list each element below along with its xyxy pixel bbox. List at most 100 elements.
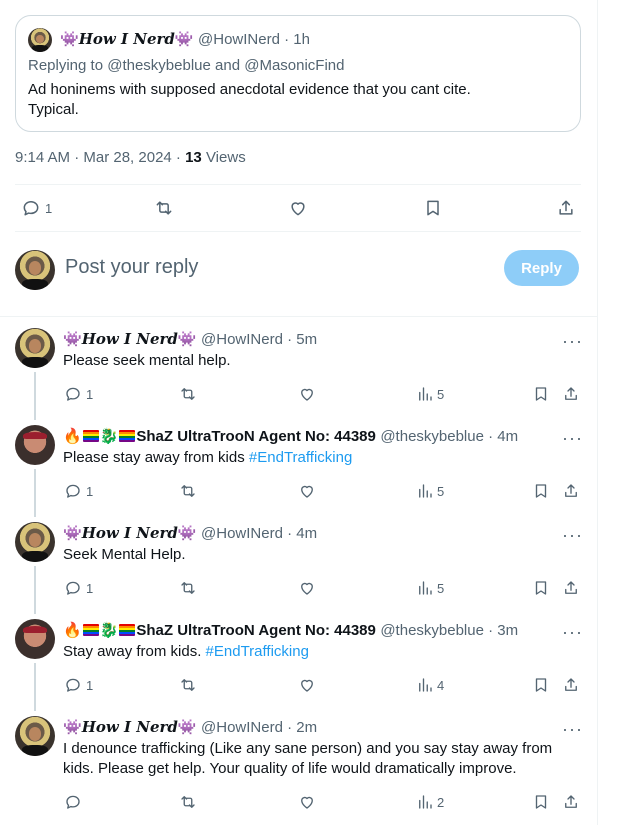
- quoted-tweet-card[interactable]: 👾How I Nerd👾 @HowINerd · 1h Replying to …: [15, 15, 581, 132]
- views-icon[interactable]: [415, 792, 435, 812]
- views-icon[interactable]: [415, 675, 435, 695]
- bookmark-icon[interactable]: [422, 197, 444, 219]
- share-icon[interactable]: [561, 384, 581, 404]
- rainbow-flag-icon: [82, 624, 99, 636]
- share-icon[interactable]: [561, 481, 581, 501]
- bookmark-icon[interactable]: [531, 675, 551, 695]
- thread-line: [34, 469, 36, 517]
- share-icon[interactable]: [561, 675, 581, 695]
- like-icon[interactable]: [287, 197, 309, 219]
- like-icon[interactable]: [297, 481, 317, 501]
- reply-button[interactable]: Reply: [504, 250, 579, 286]
- share-icon[interactable]: [561, 792, 581, 812]
- retweet-icon[interactable]: [152, 197, 176, 219]
- avatar[interactable]: [15, 328, 55, 368]
- tweet-datetime[interactable]: 9:14 AM · Mar 28, 2024 ·: [15, 149, 185, 166]
- like-icon[interactable]: [297, 578, 317, 598]
- reply-count: 1: [86, 484, 94, 499]
- replying-to-link[interactable]: @theskybeblue: [107, 57, 211, 74]
- views-count: 5: [437, 484, 445, 499]
- display-name[interactable]: 👾How I Nerd👾: [63, 718, 197, 736]
- display-name[interactable]: 🔥 🐉 ShaZ UltraTrooN Agent No: 44389: [63, 622, 376, 639]
- handle[interactable]: @theskybeblue: [380, 428, 484, 445]
- retweet-icon[interactable]: [177, 792, 199, 812]
- avatar[interactable]: [15, 425, 55, 465]
- share-icon[interactable]: [555, 197, 577, 219]
- avatar[interactable]: [15, 716, 55, 756]
- display-name[interactable]: 👾How I Nerd👾: [63, 330, 197, 348]
- views-icon[interactable]: [415, 578, 435, 598]
- tweet-text-body: Stay away from kids.: [63, 643, 206, 660]
- views-icon[interactable]: [415, 481, 435, 501]
- retweet-icon[interactable]: [177, 675, 199, 695]
- avatar[interactable]: [15, 250, 55, 290]
- more-icon[interactable]: ···: [562, 526, 583, 544]
- tweet-header: 👾How I Nerd👾 @HowINerd · 5m: [63, 330, 317, 349]
- alien-emoji-icon: 👾: [60, 30, 79, 48]
- display-name[interactable]: 👾How I Nerd👾: [63, 524, 197, 542]
- reply-icon[interactable]: [63, 675, 83, 695]
- rainbow-flag-icon: [82, 430, 99, 442]
- timestamp[interactable]: 1h: [293, 31, 310, 48]
- avatar[interactable]: [28, 28, 52, 52]
- bookmark-icon[interactable]: [531, 384, 551, 404]
- retweet-icon[interactable]: [177, 578, 199, 598]
- retweet-icon[interactable]: [177, 481, 199, 501]
- dragon-emoji-icon: 🐉: [99, 428, 119, 445]
- like-icon[interactable]: [297, 792, 317, 812]
- views-icon[interactable]: [415, 384, 435, 404]
- tweet-text: Stay away from kids. #EndTrafficking: [63, 642, 309, 662]
- bookmark-icon[interactable]: [531, 481, 551, 501]
- rainbow-flag-icon: [119, 624, 136, 636]
- bookmark-icon[interactable]: [531, 578, 551, 598]
- display-name[interactable]: 👾How I Nerd👾: [60, 30, 194, 48]
- avatar[interactable]: [15, 619, 55, 659]
- reply-count: 1: [86, 678, 94, 693]
- like-icon[interactable]: [297, 384, 317, 404]
- timestamp[interactable]: 5m: [296, 331, 317, 348]
- handle[interactable]: @HowINerd: [201, 719, 283, 736]
- more-icon[interactable]: ···: [562, 429, 583, 447]
- handle[interactable]: @HowINerd: [198, 31, 280, 48]
- timestamp[interactable]: 3m: [497, 622, 518, 639]
- reply-icon[interactable]: [63, 481, 83, 501]
- views-count: 5: [437, 581, 445, 596]
- tweet-header: 👾How I Nerd👾 @HowINerd · 4m: [63, 524, 317, 543]
- timestamp[interactable]: 4m: [296, 525, 317, 542]
- bookmark-icon[interactable]: [531, 792, 551, 812]
- alien-emoji-icon: 👾: [177, 718, 197, 736]
- quoted-text-line: Typical.: [28, 101, 79, 118]
- separator: ·: [282, 331, 297, 348]
- separator: ·: [282, 719, 297, 736]
- hashtag-link[interactable]: #EndTrafficking: [206, 643, 309, 660]
- conversation-column: 👾How I Nerd👾 @HowINerd · 1h Replying to …: [0, 0, 598, 825]
- reply-icon[interactable]: [20, 197, 42, 219]
- handle[interactable]: @theskybeblue: [380, 622, 484, 639]
- handle[interactable]: @HowINerd: [201, 331, 283, 348]
- thread-line: [34, 372, 36, 420]
- retweet-icon[interactable]: [177, 384, 199, 404]
- more-icon[interactable]: ···: [562, 720, 583, 738]
- reply-input[interactable]: Post your reply: [65, 256, 198, 279]
- alien-emoji-icon: 👾: [177, 524, 197, 542]
- more-icon[interactable]: ···: [562, 623, 583, 641]
- hashtag-link[interactable]: #EndTrafficking: [249, 449, 352, 466]
- replying-to-link[interactable]: @MasonicFind: [244, 57, 344, 74]
- tweet-text: Seek Mental Help.: [63, 546, 186, 563]
- timestamp[interactable]: 2m: [296, 719, 317, 736]
- rainbow-flag-icon: [119, 430, 136, 442]
- fire-emoji-icon: 🔥: [63, 622, 82, 639]
- share-icon[interactable]: [561, 578, 581, 598]
- like-icon[interactable]: [297, 675, 317, 695]
- reply-icon[interactable]: [63, 578, 83, 598]
- alien-emoji-icon: 👾: [174, 30, 194, 48]
- alien-emoji-icon: 👾: [177, 330, 197, 348]
- more-icon[interactable]: ···: [562, 332, 583, 350]
- avatar[interactable]: [15, 522, 55, 562]
- reply-icon[interactable]: [63, 792, 83, 812]
- reply-icon[interactable]: [63, 384, 83, 404]
- quoted-header: 👾How I Nerd👾 @HowINerd · 1h: [60, 30, 310, 49]
- timestamp[interactable]: 4m: [497, 428, 518, 445]
- handle[interactable]: @HowINerd: [201, 525, 283, 542]
- display-name[interactable]: 🔥 🐉 ShaZ UltraTrooN Agent No: 44389: [63, 428, 376, 445]
